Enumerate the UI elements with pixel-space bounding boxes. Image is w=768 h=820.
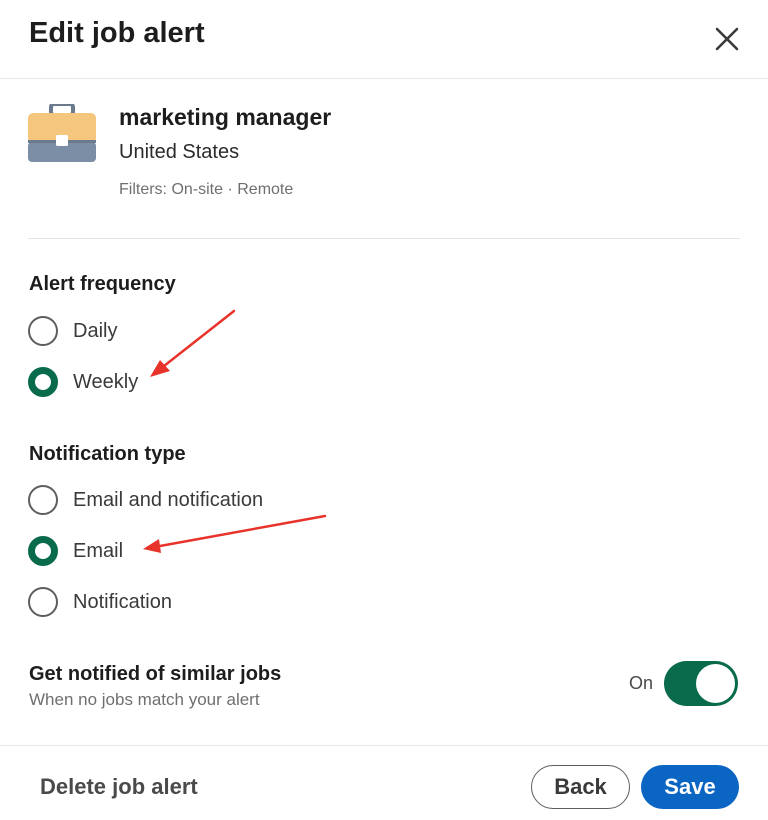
briefcase-icon: [28, 102, 96, 164]
alert-keyword: marketing manager: [119, 104, 332, 130]
radio-label: Notification: [73, 590, 172, 613]
save-button[interactable]: Save: [641, 765, 739, 809]
dialog-footer: Delete job alert Back Save: [0, 745, 768, 820]
radio-daily[interactable]: Daily: [28, 314, 117, 348]
radio-label: Weekly: [73, 370, 139, 393]
radio-notification[interactable]: Notification: [28, 585, 172, 619]
radio-weekly[interactable]: Weekly: [28, 365, 138, 399]
radio-email-and-notification[interactable]: Email and notification: [28, 483, 263, 517]
back-button[interactable]: Back: [531, 765, 630, 809]
radio-button[interactable]: [28, 587, 58, 617]
alert-location: United States: [119, 141, 240, 163]
radio-label: Email and notification: [73, 488, 264, 511]
delete-alert-button[interactable]: Delete job alert: [40, 774, 198, 800]
frequency-title: Alert frequency: [29, 273, 176, 295]
toggle-state-label: On: [629, 673, 654, 693]
radio-button[interactable]: [28, 485, 58, 515]
radio-button-selected[interactable]: [28, 367, 58, 397]
radio-button[interactable]: [28, 316, 58, 346]
similar-jobs-title: Get notified of similar jobs: [29, 663, 282, 685]
alert-summary: marketing manager United States Filters:…: [28, 100, 740, 239]
dialog-title: Edit job alert: [29, 17, 205, 49]
similar-jobs-toggle[interactable]: [664, 661, 738, 706]
annotation-arrow-weekly: [150, 309, 236, 377]
dialog-header: Edit job alert: [0, 0, 768, 79]
similar-jobs-subtitle: When no jobs match your alert: [29, 690, 260, 709]
alert-filters: Filters: On-site · Remote: [119, 181, 294, 198]
radio-label: Daily: [73, 319, 118, 342]
annotation-arrow-email: [143, 514, 327, 553]
radio-email[interactable]: Email: [28, 534, 123, 568]
close-icon[interactable]: [707, 20, 747, 60]
radio-button-selected[interactable]: [28, 536, 58, 566]
toggle-knob: [696, 664, 735, 703]
radio-label: Email: [73, 539, 124, 562]
notification-title: Notification type: [29, 443, 186, 465]
